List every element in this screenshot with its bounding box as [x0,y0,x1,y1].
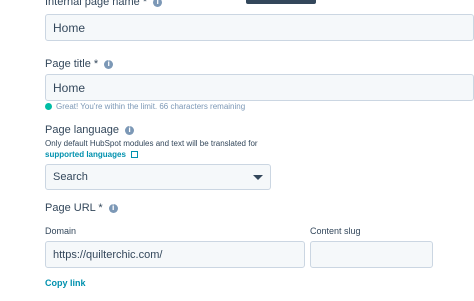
success-dot-icon [45,103,52,110]
copy-link-button[interactable]: Copy link [45,278,86,288]
info-icon[interactable]: i [153,0,163,7]
content-slug-input[interactable] [310,241,433,268]
language-select[interactable]: Search [45,164,271,190]
domain-label: Domain [45,226,77,236]
info-icon[interactable]: i [125,125,135,135]
page-language-label: Page language i [45,124,135,136]
page-title-label: Page title * i [45,58,114,70]
supported-languages-link[interactable]: supported languages [45,150,126,159]
page-url-label-text: Page URL * [45,202,103,214]
top-toolbar-edge [246,0,316,4]
internal-page-name-input[interactable]: Home [45,14,474,41]
chevron-down-icon [253,174,263,180]
language-select-value: Search [53,171,88,183]
content-slug-label: Content slug [310,226,361,236]
domain-input[interactable]: https://quilterchic.com/ [45,241,305,268]
supported-languages-row: supported languages [45,150,139,159]
language-description: Only default HubSpot modules and text wi… [45,139,258,148]
external-link-icon[interactable] [131,151,139,159]
internal-page-name-value: Home [53,20,86,35]
info-icon[interactable]: i [108,203,118,213]
page-language-label-text: Page language [45,124,120,136]
domain-value: https://quilterchic.com/ [53,248,163,261]
page-title-label-text: Page title * [45,58,99,70]
page-url-label: Page URL * i [45,202,118,214]
page-title-hint: Great! You're within the limit. 66 chara… [45,102,245,111]
info-icon[interactable]: i [104,59,114,69]
internal-page-name-label: Internal page name * i [45,0,163,8]
internal-page-name-label-text: Internal page name * [45,0,148,8]
page-title-value: Home [53,80,86,95]
page-title-input[interactable]: Home [45,74,474,101]
page-title-hint-text: Great! You're within the limit. 66 chara… [56,102,246,111]
